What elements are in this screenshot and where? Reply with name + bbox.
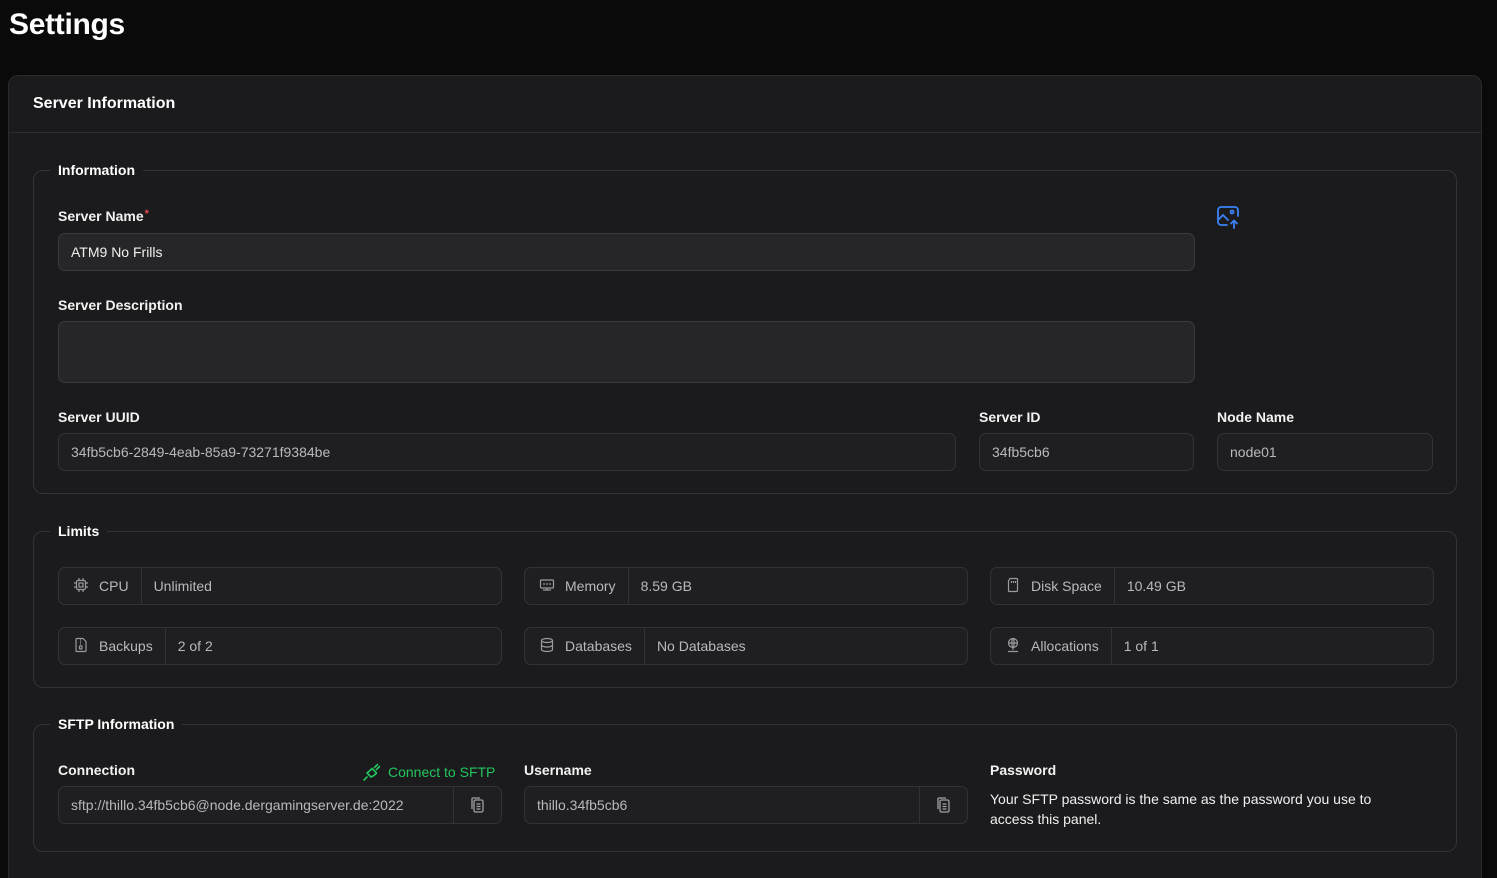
connection-label: Connection bbox=[58, 762, 135, 778]
server-uuid-field[interactable]: 34fb5cb6-2849-4eab-85a9-73271f9384be bbox=[58, 433, 956, 471]
username-field: thillo.34fb5cb6 bbox=[524, 786, 968, 824]
server-id-label: Server ID bbox=[979, 409, 1041, 425]
node-name-value: node01 bbox=[1230, 444, 1277, 460]
cpu-icon bbox=[73, 577, 89, 596]
limit-allocations-label: Allocations bbox=[1031, 638, 1099, 654]
memory-icon bbox=[539, 577, 555, 596]
limit-backups-key: Backups bbox=[59, 628, 166, 664]
node-name-field[interactable]: node01 bbox=[1217, 433, 1433, 471]
network-icon bbox=[1005, 637, 1021, 656]
connect-sftp-link[interactable]: Connect to SFTP bbox=[362, 762, 495, 782]
limit-allocations-value: 1 of 1 bbox=[1123, 638, 1159, 654]
limit-databases-label: Databases bbox=[565, 638, 632, 654]
card-header: Server Information bbox=[9, 76, 1481, 133]
limit-backups: Backups 2 of 2 bbox=[58, 627, 502, 665]
limit-allocations-key: Allocations bbox=[991, 628, 1112, 664]
limit-memory-value: 8.59 GB bbox=[640, 578, 692, 594]
limit-databases-value: No Databases bbox=[656, 638, 746, 654]
plug-icon bbox=[362, 762, 382, 782]
information-legend: Information bbox=[50, 162, 143, 178]
copy-username-button[interactable] bbox=[919, 787, 967, 823]
username-label: Username bbox=[524, 762, 592, 778]
limit-databases: Databases No Databases bbox=[524, 627, 968, 665]
required-mark: * bbox=[144, 208, 149, 220]
limit-cpu: CPU Unlimited bbox=[58, 567, 502, 605]
server-description-label: Server Description bbox=[58, 297, 183, 313]
connection-field: sftp://thillo.34fb5cb6@node.dergamingser… bbox=[58, 786, 502, 824]
node-name-label: Node Name bbox=[1217, 409, 1295, 425]
server-uuid-value: 34fb5cb6-2849-4eab-85a9-73271f9384be bbox=[71, 444, 331, 460]
limit-backups-label: Backups bbox=[99, 638, 153, 654]
password-note: Your SFTP password is the same as the pa… bbox=[990, 791, 1372, 827]
server-name-input[interactable]: ATM9 No Frills bbox=[58, 233, 1195, 271]
limit-cpu-label: CPU bbox=[99, 578, 129, 594]
limit-memory: Memory 8.59 GB bbox=[524, 567, 968, 605]
limit-memory-label: Memory bbox=[565, 578, 616, 594]
limit-disk-label: Disk Space bbox=[1031, 578, 1102, 594]
card-title: Server Information bbox=[33, 95, 176, 112]
server-name-value: ATM9 No Frills bbox=[71, 244, 163, 260]
sftp-fieldset: SFTP Information Connection Connect to S… bbox=[33, 716, 1457, 852]
limit-disk: Disk Space 10.49 GB bbox=[990, 567, 1434, 605]
limit-disk-value: 10.49 GB bbox=[1126, 578, 1186, 594]
server-id-value: 34fb5cb6 bbox=[992, 444, 1050, 460]
password-label: Password bbox=[990, 762, 1057, 778]
server-uuid-label: Server UUID bbox=[58, 409, 140, 425]
copy-icon bbox=[469, 796, 487, 814]
server-name-label-text: Server Name bbox=[58, 208, 144, 224]
limit-backups-value: 2 of 2 bbox=[177, 638, 213, 654]
backup-icon bbox=[73, 637, 89, 656]
limit-cpu-value: Unlimited bbox=[153, 578, 212, 594]
connect-sftp-label: Connect to SFTP bbox=[388, 764, 496, 780]
copy-connection-button[interactable] bbox=[453, 787, 501, 823]
server-name-label: Server Name* bbox=[58, 208, 149, 224]
image-upload-icon[interactable] bbox=[1215, 204, 1241, 230]
disk-icon bbox=[1005, 577, 1021, 596]
database-icon bbox=[539, 637, 555, 656]
server-id-field[interactable]: 34fb5cb6 bbox=[979, 433, 1194, 471]
limit-disk-key: Disk Space bbox=[991, 568, 1115, 604]
limit-cpu-key: CPU bbox=[59, 568, 142, 604]
limit-memory-key: Memory bbox=[525, 568, 629, 604]
sftp-legend: SFTP Information bbox=[50, 716, 183, 732]
server-information-card: Server Information Information Server Na… bbox=[8, 75, 1482, 878]
limit-allocations: Allocations 1 of 1 bbox=[990, 627, 1434, 665]
limits-fieldset: Limits CPU Unlimited Memory 8.59 GB Disk… bbox=[33, 523, 1457, 688]
connection-value[interactable]: sftp://thillo.34fb5cb6@node.dergamingser… bbox=[59, 787, 453, 823]
page-title: Settings bbox=[9, 8, 125, 41]
information-fieldset: Information Server Name* ATM9 No Frills … bbox=[33, 162, 1457, 494]
limits-legend: Limits bbox=[50, 523, 108, 539]
server-description-textarea[interactable] bbox=[58, 321, 1195, 383]
username-value[interactable]: thillo.34fb5cb6 bbox=[525, 787, 919, 823]
limit-databases-key: Databases bbox=[525, 628, 645, 664]
copy-icon bbox=[935, 796, 953, 814]
